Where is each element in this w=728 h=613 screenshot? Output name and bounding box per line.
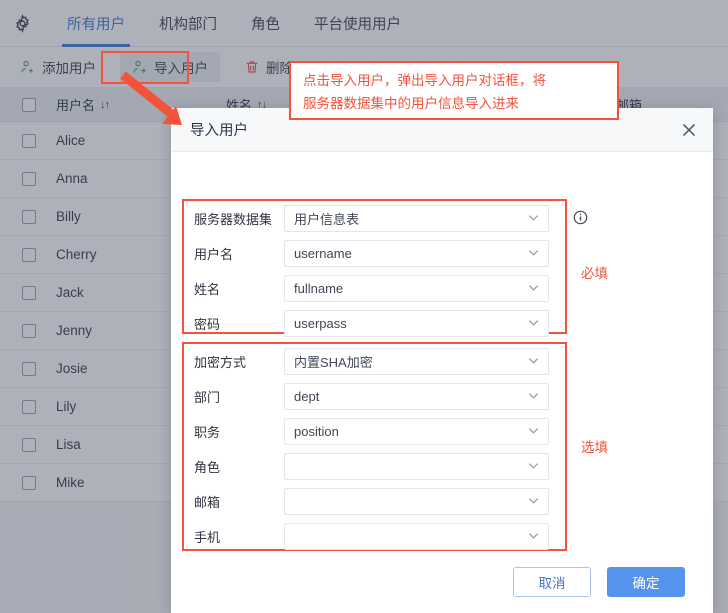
chevron-down-icon — [527, 529, 540, 545]
select-value: dept — [294, 389, 320, 404]
field-row-position: 职务 position — [184, 414, 565, 449]
field-label: 部门 — [194, 390, 221, 405]
annotation-callout: 点击导入用户，弹出导入用户对话框，将 服务器数据集中的用户信息导入进来 — [289, 61, 619, 120]
required-annotation-label: 必填 — [581, 266, 608, 281]
mobile-select[interactable] — [284, 523, 549, 550]
username-select[interactable]: username — [284, 240, 549, 267]
select-value: 内置SHA加密 — [294, 355, 373, 370]
chevron-down-icon — [527, 354, 540, 370]
chevron-down-icon — [527, 316, 540, 332]
position-select[interactable]: position — [284, 418, 549, 445]
server-dataset-select[interactable]: 用户信息表 — [284, 205, 549, 232]
select-value: userpass — [294, 316, 347, 331]
field-label: 姓名 — [194, 282, 221, 297]
chevron-down-icon — [527, 246, 540, 262]
chevron-down-icon — [527, 211, 540, 227]
field-row-department: 部门 dept — [184, 379, 565, 414]
fullname-select[interactable]: fullname — [284, 275, 549, 302]
chevron-down-icon — [527, 494, 540, 510]
field-row-email: 邮箱 — [184, 484, 565, 519]
field-row-fullname: 姓名 fullname — [184, 271, 565, 306]
field-row-mobile: 手机 — [184, 519, 565, 554]
field-label: 用户名 — [194, 247, 234, 262]
screen: 所有用户 机构部门 角色 平台使用用户 添加用户 导入用户 用户名 ↓↑ 姓名 … — [0, 0, 728, 613]
chevron-down-icon — [527, 389, 540, 405]
optional-fields-group: 加密方式 内置SHA加密 部门 dept 职务 position 角色 邮箱 手… — [182, 342, 567, 551]
field-label: 角色 — [194, 460, 221, 475]
field-row-password: 密码 userpass — [184, 306, 565, 341]
cancel-button[interactable]: 取消 — [513, 567, 591, 597]
dialog-body: 服务器数据集 用户信息表 用户名 username 姓名 fullname 密码… — [171, 152, 713, 551]
encryption-select[interactable]: 内置SHA加密 — [284, 348, 549, 375]
department-select[interactable]: dept — [284, 383, 549, 410]
field-label: 加密方式 — [194, 355, 247, 370]
select-value: fullname — [294, 281, 344, 296]
close-icon[interactable] — [677, 118, 701, 142]
chevron-down-icon — [527, 281, 540, 297]
chevron-down-icon — [527, 459, 540, 475]
email-select[interactable] — [284, 488, 549, 515]
field-label: 邮箱 — [194, 495, 221, 510]
field-row-server-dataset: 服务器数据集 用户信息表 — [184, 201, 565, 236]
import-button-highlight — [101, 51, 189, 84]
field-row-encryption: 加密方式 内置SHA加密 — [184, 344, 565, 379]
field-row-username: 用户名 username — [184, 236, 565, 271]
select-value: 用户信息表 — [294, 212, 360, 227]
required-fields-group: 服务器数据集 用户信息表 用户名 username 姓名 fullname 密码… — [182, 199, 567, 337]
select-value: username — [294, 246, 352, 261]
role-select[interactable] — [284, 453, 549, 480]
field-row-role: 角色 — [184, 449, 565, 484]
field-label: 密码 — [194, 317, 221, 332]
callout-line-1: 点击导入用户，弹出导入用户对话框，将 — [303, 73, 546, 88]
dialog-title: 导入用户 — [190, 123, 248, 139]
chevron-down-icon — [527, 424, 540, 440]
optional-annotation-label: 选填 — [581, 440, 608, 455]
import-user-dialog: 导入用户 服务器数据集 用户信息表 用户名 username 姓名 fullna… — [171, 108, 713, 613]
info-circle-icon[interactable] — [573, 210, 588, 230]
field-label: 服务器数据集 — [194, 212, 273, 227]
field-label: 手机 — [194, 530, 221, 545]
confirm-button[interactable]: 确定 — [607, 567, 685, 597]
dialog-footer: 取消 确定 — [171, 551, 713, 613]
select-value: position — [294, 424, 339, 439]
password-select[interactable]: userpass — [284, 310, 549, 337]
field-label: 职务 — [194, 425, 221, 440]
callout-line-2: 服务器数据集中的用户信息导入进来 — [303, 96, 519, 111]
